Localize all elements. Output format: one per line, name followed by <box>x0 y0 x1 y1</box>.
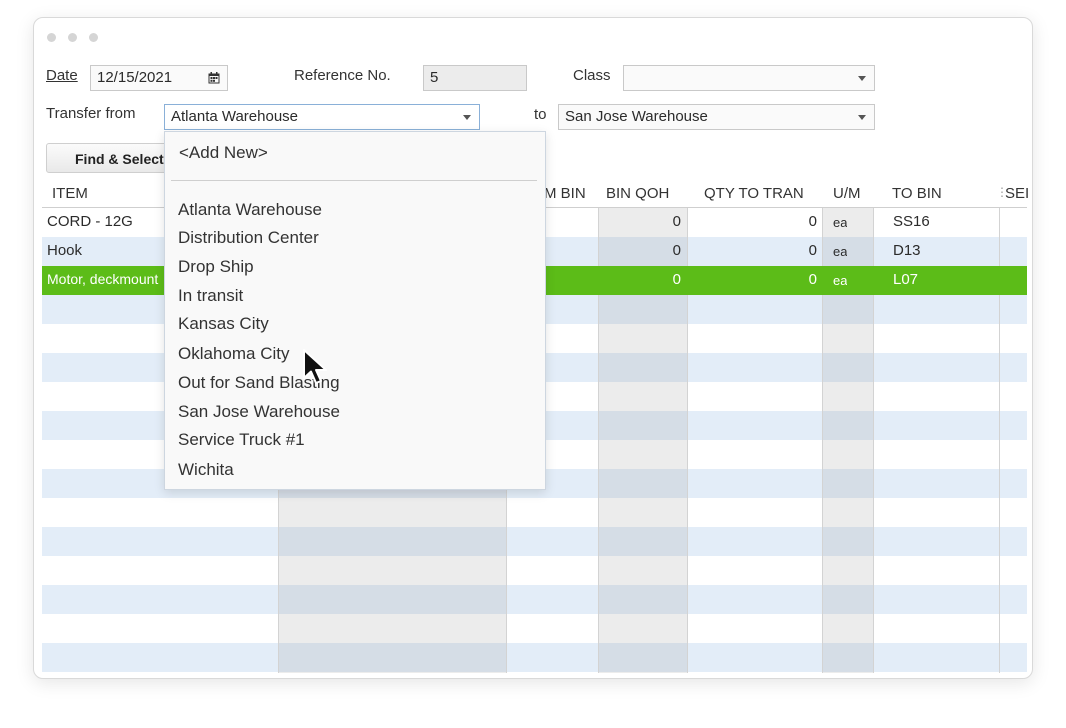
transfer-from-label: Transfer from <box>46 105 136 122</box>
qty-cell[interactable]: 0 <box>687 213 817 230</box>
class-select[interactable] <box>623 65 875 91</box>
date-label: Date <box>46 67 78 84</box>
qty-cell[interactable]: 0 <box>687 271 817 288</box>
um-cell: ea <box>833 244 848 259</box>
column-header-serial[interactable]: SEI <box>1005 185 1029 202</box>
transfer-to-select[interactable]: San Jose Warehouse <box>558 104 875 130</box>
date-field[interactable]: 12/15/2021 <box>90 65 228 91</box>
date-value: 12/15/2021 <box>97 69 173 86</box>
dropdown-option[interactable]: Kansas City <box>178 314 269 334</box>
to-bin-cell[interactable]: D13 <box>893 242 921 259</box>
chevron-down-icon <box>463 115 471 120</box>
um-cell: ea <box>833 215 848 230</box>
dropdown-option[interactable]: Distribution Center <box>178 228 319 248</box>
bin-qoh-cell: 0 <box>672 213 681 230</box>
um-cell: ea <box>833 273 848 288</box>
bin-qoh-cell: 0 <box>672 271 681 288</box>
mouse-pointer-icon <box>303 349 327 384</box>
qty-cell[interactable]: 0 <box>687 242 817 259</box>
chevron-down-icon <box>858 115 866 120</box>
transfer-from-value: Atlanta Warehouse <box>171 108 299 125</box>
dropdown-option[interactable]: Wichita <box>178 460 234 480</box>
to-label: to <box>534 106 547 123</box>
reference-label: Reference No. <box>294 67 391 84</box>
grid-stripe <box>42 498 1027 527</box>
column-header-item[interactable]: ITEM <box>52 185 88 202</box>
grid-stripe <box>42 643 1027 672</box>
dropdown-separator <box>171 180 537 181</box>
window-zoom-dot[interactable] <box>89 33 98 42</box>
column-header-to-bin[interactable]: TO BIN <box>892 185 942 202</box>
grid-stripe <box>42 556 1027 585</box>
dropdown-option[interactable]: In transit <box>178 286 243 306</box>
bin-qoh-cell: 0 <box>672 242 681 259</box>
to-bin-cell[interactable]: SS16 <box>893 213 930 230</box>
chevron-down-icon <box>858 76 866 81</box>
transfer-to-value: San Jose Warehouse <box>565 108 708 125</box>
window-close-dot[interactable] <box>47 33 56 42</box>
grid-stripe <box>42 614 1027 643</box>
column-header-bin-qoh[interactable]: BIN QOH <box>606 185 669 202</box>
column-header-from-bin[interactable]: M BIN <box>544 185 586 202</box>
column-header-qty-to-transfer[interactable]: QTY TO TRAN <box>704 185 804 202</box>
transfer-from-select[interactable]: Atlanta Warehouse <box>164 104 480 130</box>
calendar-icon[interactable] <box>208 72 220 84</box>
dropdown-option[interactable]: Oklahoma City <box>178 344 289 364</box>
column-header-um[interactable]: U/M <box>833 185 861 202</box>
transfer-inventory-window: Date 12/15/2021 Reference No. 5 Class Tr… <box>33 17 1033 679</box>
dropdown-option[interactable]: Drop Ship <box>178 257 254 277</box>
window-minimize-dot[interactable] <box>68 33 77 42</box>
dropdown-option[interactable]: San Jose Warehouse <box>178 402 340 422</box>
class-label: Class <box>573 67 611 84</box>
dropdown-option[interactable]: Atlanta Warehouse <box>178 200 322 220</box>
add-new-option[interactable]: <Add New> <box>179 143 268 163</box>
transfer-from-dropdown-list: <Add New> Atlanta Warehouse Distribution… <box>164 131 546 490</box>
reference-number-field[interactable]: 5 <box>423 65 527 91</box>
dropdown-option[interactable]: Service Truck #1 <box>178 430 305 450</box>
reference-number-value: 5 <box>430 69 439 86</box>
grid-stripe <box>42 527 1027 556</box>
grid-stripe <box>42 585 1027 614</box>
to-bin-cell[interactable]: L07 <box>893 271 918 288</box>
